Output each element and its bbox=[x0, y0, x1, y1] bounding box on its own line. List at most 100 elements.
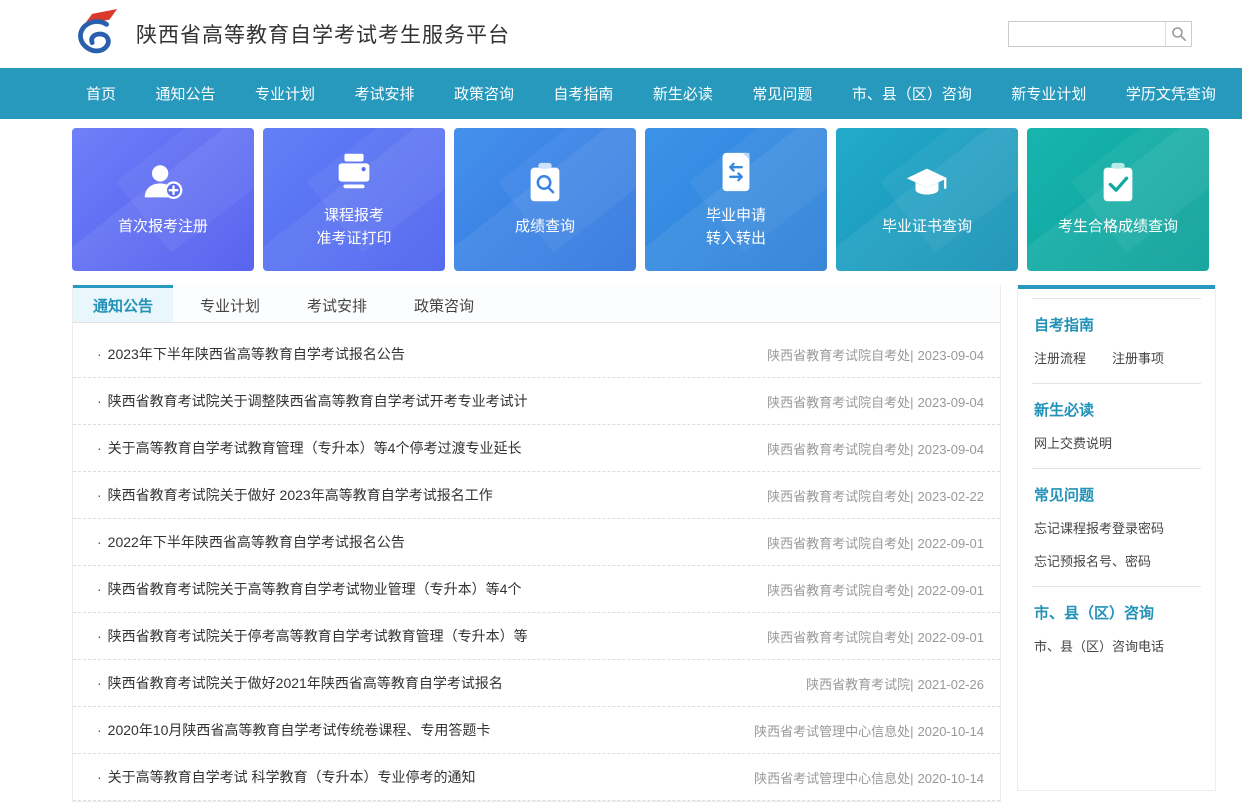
notice-row[interactable]: · 陕西省教育考试院关于做好2021年陕西省高等教育自学考试报名 陕西省教育考试… bbox=[73, 660, 1000, 707]
site-header: 陕西省高等教育自学考试考生服务平台 bbox=[0, 0, 1242, 68]
nav-item-faq[interactable]: 常见问题 bbox=[752, 83, 812, 104]
notice-row[interactable]: · 陕西省教育考试院关于做好 2023年高等教育自学考试报名工作 陕西省教育考试… bbox=[73, 472, 1000, 519]
notice-title: 陕西省教育考试院关于停考高等教育自学考试教育管理（专升本）等 bbox=[108, 626, 528, 646]
card-label: 课程报考准考证打印 bbox=[316, 204, 391, 251]
graduation-cap-icon bbox=[904, 160, 950, 206]
notice-title: 2023年下半年陕西省高等教育自学考试报名公告 bbox=[108, 344, 405, 364]
clipboard-search-icon bbox=[522, 160, 568, 206]
notice-row[interactable]: · 关于高等教育自学考试 科学教育（专升本）专业停考的通知 陕西省考试管理中心信… bbox=[73, 754, 1000, 801]
transfer-document-icon bbox=[713, 149, 759, 195]
nav-item-new-major-plans[interactable]: 新专业计划 bbox=[1011, 83, 1086, 104]
tab-policy-consult[interactable]: 政策咨询 bbox=[394, 285, 494, 322]
notice-title: 关于高等教育自学考试 科学教育（专升本）专业停考的通知 bbox=[108, 767, 476, 787]
sidebar-heading-guide: 自考指南 bbox=[1034, 314, 1199, 335]
notice-tabs: 通知公告 专业计划 考试安排 政策咨询 bbox=[73, 285, 1000, 323]
notice-source: 陕西省考试管理中心信息处| bbox=[754, 724, 913, 739]
card-label: 毕业证书查询 bbox=[882, 215, 972, 238]
nav-item-policy-consult[interactable]: 政策咨询 bbox=[454, 83, 514, 104]
notice-title: 关于高等教育自学考试教育管理（专升本）等4个停考过渡专业延长 bbox=[108, 438, 522, 458]
notice-row[interactable]: · 2022年下半年陕西省高等教育自学考试报名公告 陕西省教育考试院自考处|20… bbox=[73, 519, 1000, 566]
user-plus-icon bbox=[140, 160, 186, 206]
notice-row[interactable]: · 陕西省教育考试院关于高等教育自学考试物业管理（专升本）等4个 陕西省教育考试… bbox=[73, 566, 1000, 613]
bullet: · bbox=[97, 440, 102, 456]
notice-source: 陕西省教育考试院自考处| bbox=[767, 489, 913, 504]
notice-title: 陕西省教育考试院关于做好 2023年高等教育自学考试报名工作 bbox=[108, 485, 493, 505]
notice-date: 2020-10-14 bbox=[918, 771, 985, 786]
card-label: 成绩查询 bbox=[515, 215, 575, 238]
site-title: 陕西省高等教育自学考试考生服务平台 bbox=[136, 19, 510, 49]
nav-item-major-plans[interactable]: 专业计划 bbox=[255, 83, 315, 104]
nav-item-exam-schedule[interactable]: 考试安排 bbox=[354, 83, 414, 104]
notice-meta: 陕西省考试管理中心信息处| 2020-10-14 bbox=[742, 768, 984, 787]
notice-meta: 陕西省教育考试院自考处|2023-09-04 bbox=[755, 392, 984, 411]
nav-item-home[interactable]: 首页 bbox=[86, 83, 116, 104]
nav-item-city-county-consult[interactable]: 市、县（区）咨询 bbox=[852, 83, 972, 104]
notice-title: 陕西省教育考试院关于做好2021年陕西省高等教育自学考试报名 bbox=[108, 673, 503, 693]
notice-row[interactable]: · 2020年10月陕西省高等教育自学考试传统卷课程、专用答题卡 陕西省考试管理… bbox=[73, 707, 1000, 754]
notice-source: 陕西省考试管理中心信息处| bbox=[754, 771, 913, 786]
notice-date: 2023-09-04 bbox=[918, 442, 985, 457]
sidebar-link-registration-process[interactable]: 注册流程 bbox=[1034, 348, 1086, 367]
card-first-registration[interactable]: 首次报考注册 bbox=[72, 128, 254, 271]
sidebar-link-forgot-prereg-number[interactable]: 忘记预报名号、密码 bbox=[1034, 551, 1199, 570]
nav-item-diploma-query[interactable]: 学历文凭查询 bbox=[1126, 83, 1216, 104]
notice-source: 陕西省教育考试院自考处| bbox=[767, 630, 913, 645]
notice-meta: 陕西省教育考试院自考处| 2022-09-01 bbox=[755, 627, 984, 646]
notice-panel: 通知公告 专业计划 考试安排 政策咨询 · 2023年下半年陕西省高等教育自学考… bbox=[72, 285, 1001, 802]
quick-actions: 首次报考注册 课程报考准考证打印 bbox=[0, 119, 1242, 271]
nav-item-freshman-must-read[interactable]: 新生必读 bbox=[653, 83, 713, 104]
bullet: · bbox=[97, 346, 102, 362]
notice-source: 陕西省教育考试院自考处| bbox=[767, 348, 913, 363]
sidebar-section-freshman: 新生必读 网上交费说明 bbox=[1018, 384, 1215, 468]
sidebar-link-consult-phone[interactable]: 市、县（区）咨询电话 bbox=[1034, 636, 1199, 655]
notice-source: 陕西省教育考试院自考处| bbox=[767, 583, 913, 598]
tab-exam-schedule[interactable]: 考试安排 bbox=[287, 285, 387, 322]
card-graduation-transfer[interactable]: 毕业申请转入转出 bbox=[645, 128, 827, 271]
card-certificate-query[interactable]: 毕业证书查询 bbox=[836, 128, 1018, 271]
bullet: · bbox=[97, 628, 102, 644]
sidebar-heading-city-county: 市、县（区）咨询 bbox=[1034, 602, 1199, 623]
notice-meta: 陕西省教育考试院自考处|2023-09-04 bbox=[755, 439, 984, 458]
sidebar-section-faq: 常见问题 忘记课程报考登录密码 忘记预报名号、密码 bbox=[1018, 469, 1215, 586]
notice-date: 2022-09-01 bbox=[918, 630, 985, 645]
notice-list: · 2023年下半年陕西省高等教育自学考试报名公告 陕西省教育考试院自考处|20… bbox=[73, 323, 1000, 801]
tab-notices[interactable]: 通知公告 bbox=[73, 285, 173, 322]
notice-date: 2022-09-01 bbox=[918, 583, 985, 598]
sidebar-link-registration-notes[interactable]: 注册事项 bbox=[1112, 348, 1164, 367]
notice-title: 陕西省教育考试院关于调整陕西省高等教育自学考试开考专业考试计 bbox=[108, 391, 528, 411]
card-label: 毕业申请转入转出 bbox=[706, 204, 766, 251]
card-qualified-scores-query[interactable]: 考生合格成绩查询 bbox=[1027, 128, 1209, 271]
notice-title: 陕西省教育考试院关于高等教育自学考试物业管理（专升本）等4个 bbox=[108, 579, 522, 599]
sidebar-section-city-county: 市、县（区）咨询 市、县（区）咨询电话 bbox=[1018, 587, 1215, 671]
bullet: · bbox=[97, 769, 102, 785]
main-content: 通知公告 专业计划 考试安排 政策咨询 · 2023年下半年陕西省高等教育自学考… bbox=[72, 285, 1242, 802]
search-input[interactable] bbox=[1009, 22, 1165, 44]
notice-row[interactable]: · 陕西省教育考试院关于停考高等教育自学考试教育管理（专升本）等 陕西省教育考试… bbox=[73, 613, 1000, 660]
notice-row[interactable]: · 陕西省教育考试院关于调整陕西省高等教育自学考试开考专业考试计 陕西省教育考试… bbox=[73, 378, 1000, 425]
notice-title: 2022年下半年陕西省高等教育自学考试报名公告 bbox=[108, 532, 405, 552]
notice-row[interactable]: · 关于高等教育自学考试教育管理（专升本）等4个停考过渡专业延长 陕西省教育考试… bbox=[73, 425, 1000, 472]
nav-item-self-exam-guide[interactable]: 自考指南 bbox=[553, 83, 613, 104]
notice-source: 陕西省教育考试院自考处| bbox=[767, 395, 913, 410]
search-bar bbox=[1008, 21, 1192, 47]
printer-icon bbox=[331, 149, 377, 195]
sidebar-link-forgot-login-password[interactable]: 忘记课程报考登录密码 bbox=[1034, 518, 1199, 537]
notice-date: 2023-09-04 bbox=[918, 348, 985, 363]
notice-title: 2020年10月陕西省高等教育自学考试传统卷课程、专用答题卡 bbox=[108, 720, 491, 740]
notice-row[interactable]: · 2023年下半年陕西省高等教育自学考试报名公告 陕西省教育考试院自考处| 20… bbox=[73, 331, 1000, 378]
nav-item-notices[interactable]: 通知公告 bbox=[155, 83, 215, 104]
notice-date: 2021-02-26 bbox=[918, 677, 985, 692]
notice-meta: 陕西省教育考试院自考处|2022-09-01 bbox=[755, 533, 984, 552]
bullet: · bbox=[97, 581, 102, 597]
notice-source: 陕西省教育考试院自考处| bbox=[767, 536, 913, 551]
card-course-register-print[interactable]: 课程报考准考证打印 bbox=[263, 128, 445, 271]
sidebar-heading-freshman: 新生必读 bbox=[1034, 399, 1199, 420]
sidebar-link-online-payment[interactable]: 网上交费说明 bbox=[1034, 433, 1199, 452]
brand[interactable]: 陕西省高等教育自学考试考生服务平台 bbox=[72, 8, 510, 60]
tab-major-plans[interactable]: 专业计划 bbox=[180, 285, 280, 322]
search-button[interactable] bbox=[1165, 22, 1191, 46]
card-score-query[interactable]: 成绩查询 bbox=[454, 128, 636, 271]
page: 陕西省高等教育自学考试考生服务平台 首页 通知公告 专业计划 考试安排 政策咨询… bbox=[0, 0, 1242, 779]
clipboard-check-icon bbox=[1095, 160, 1141, 206]
bullet: · bbox=[97, 487, 102, 503]
